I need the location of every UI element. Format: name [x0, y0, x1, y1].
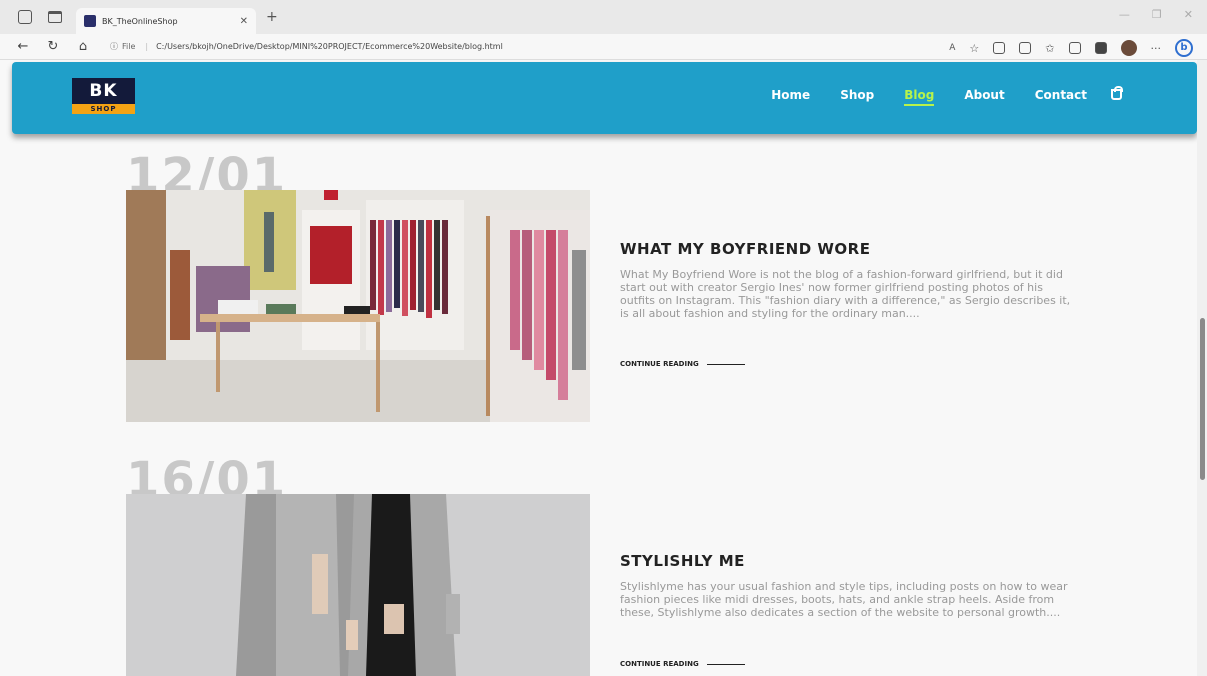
browser-essentials-icon[interactable]: [1094, 42, 1107, 54]
post-title[interactable]: STYLISHLY ME: [620, 552, 745, 570]
favorites-icon[interactable]: ✩: [1045, 42, 1054, 55]
browser-tab[interactable]: BK_TheOnlineShop ✕: [76, 8, 256, 34]
split-screen-icon[interactable]: [1019, 42, 1032, 54]
nav-shop[interactable]: Shop: [840, 88, 874, 106]
nav-contact[interactable]: Contact: [1035, 88, 1087, 106]
post-image-store: [126, 190, 590, 422]
more-menu-icon[interactable]: ···: [1151, 42, 1162, 55]
read-aloud-icon[interactable]: A: [949, 43, 955, 53]
shopping-bag-icon[interactable]: [1111, 86, 1123, 100]
cta-underline: [706, 363, 745, 365]
post-image-models: [126, 494, 590, 676]
tab-actions-icon[interactable]: [48, 11, 62, 23]
nav-blog[interactable]: Blog: [904, 88, 935, 106]
home-icon[interactable]: ⌂: [76, 39, 90, 54]
site-header: BK SHOP Home Shop Blog About Contact: [12, 62, 1197, 134]
site-logo[interactable]: BK SHOP: [72, 78, 135, 114]
extensions-row: A ☆ ✩ ··· b: [949, 39, 1193, 57]
refresh-icon[interactable]: ↻: [46, 39, 60, 54]
continue-reading-link[interactable]: CONTINUE READING: [620, 660, 745, 668]
cta-underline: [706, 663, 745, 665]
scrollbar[interactable]: [1197, 60, 1207, 676]
tab-title: BK_TheOnlineShop: [102, 16, 178, 26]
nav-home[interactable]: Home: [771, 88, 810, 106]
logo-subtext: SHOP: [72, 104, 135, 114]
browser-toolbar: ← ↻ ⌂ ⓘ File | C:/Users/bkojh/OneDrive/D…: [0, 34, 1207, 60]
page-viewport: BK SHOP Home Shop Blog About Contact 12/…: [0, 60, 1207, 676]
collections-icon[interactable]: [1068, 42, 1081, 54]
favorite-star-icon[interactable]: ☆: [969, 42, 979, 55]
close-window-icon[interactable]: ✕: [1184, 8, 1193, 21]
window-controls: — ❐ ✕: [1119, 8, 1193, 21]
url-separator-icon: |: [145, 42, 149, 51]
scrollbar-thumb[interactable]: [1200, 318, 1205, 480]
fashion-models-illustration: [126, 494, 590, 676]
favicon-icon: [84, 15, 96, 27]
post-excerpt: Stylishlyme has your usual fashion and s…: [620, 580, 1068, 619]
maximize-icon[interactable]: ❐: [1152, 8, 1162, 21]
continue-reading-link[interactable]: CONTINUE READING: [620, 360, 745, 368]
extension-icon[interactable]: [993, 42, 1006, 54]
info-icon[interactable]: ⓘ: [110, 41, 118, 52]
clothing-store-illustration: [126, 190, 590, 422]
url-scheme: File: [122, 42, 136, 51]
workspaces-icon[interactable]: [18, 10, 32, 24]
browser-tabbar: BK_TheOnlineShop ✕ + — ❐ ✕: [0, 0, 1207, 34]
new-tab-icon[interactable]: +: [266, 9, 278, 25]
post-title[interactable]: WHAT MY BOYFRIEND WORE: [620, 240, 870, 258]
url-text: C:/Users/bkojh/OneDrive/Desktop/MINI%20P…: [156, 42, 503, 51]
back-icon[interactable]: ←: [16, 39, 30, 54]
main-nav: Home Shop Blog About Contact: [771, 88, 1121, 106]
profile-avatar[interactable]: [1120, 40, 1137, 56]
bing-copilot-icon[interactable]: b: [1175, 39, 1193, 57]
nav-about[interactable]: About: [964, 88, 1004, 106]
logo-text: BK: [89, 81, 118, 101]
continue-reading-label: CONTINUE READING: [620, 660, 699, 668]
minimize-icon[interactable]: —: [1119, 8, 1130, 21]
post-excerpt: What My Boyfriend Wore is not the blog o…: [620, 268, 1071, 320]
address-field[interactable]: ⓘ File | C:/Users/bkojh/OneDrive/Desktop…: [110, 41, 850, 52]
continue-reading-label: CONTINUE READING: [620, 360, 699, 368]
close-tab-icon[interactable]: ✕: [240, 16, 248, 27]
